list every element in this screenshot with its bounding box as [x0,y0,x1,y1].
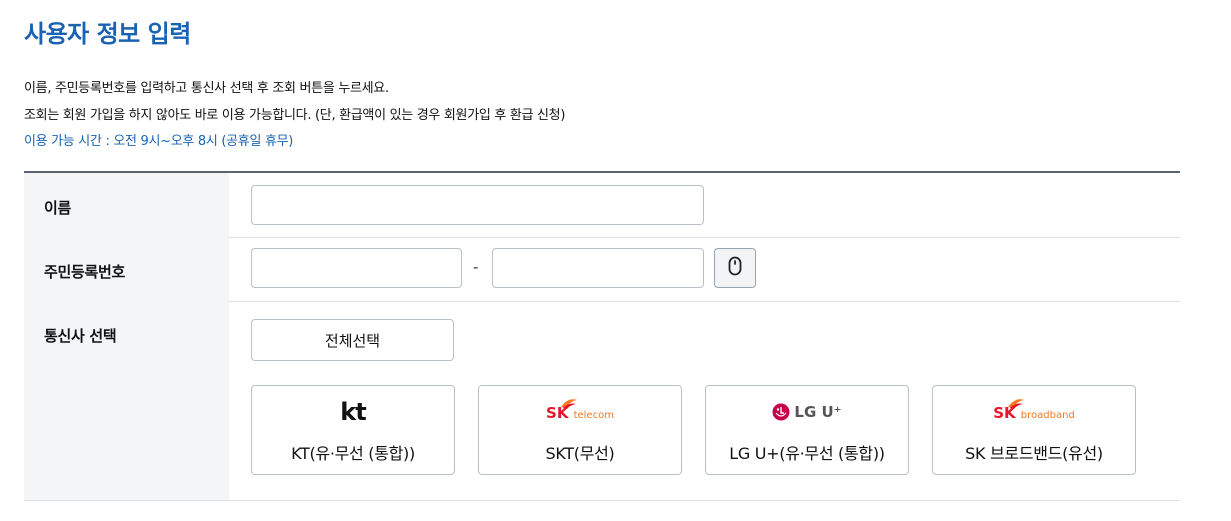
carrier-row: 통신사 선택 전체선택 kt KT(유·무선 (통합)) SK telecom [24,301,1180,501]
rrn-back-input[interactable] [492,248,704,288]
carrier-kt-label: KT(유·무선 (통합)) [291,444,415,463]
sk-telecom-logo: SK telecom [479,398,681,426]
instruction-line-1: 이름, 주민등록번호를 입력하고 통신사 선택 후 조회 버튼을 누르세요. [24,81,389,96]
service-hours: 이용 가능 시간 : 오전 9시~오후 8시 (공휴일 휴무) [24,134,294,149]
page-title: 사용자 정보 입력 [24,20,191,48]
rrn-row: 주민등록번호 - [24,237,1180,302]
kt-logo: kt [340,398,366,426]
secure-keypad-button[interactable] [714,248,756,288]
lg-face-icon [772,403,790,421]
user-info-form: 이름 주민등록번호 - 통신사 선택 전체선택 kt KT(유·무선 (통합)) [24,171,1180,501]
select-all-button[interactable]: 전체선택 [251,319,454,361]
carrier-skt-label: SKT(무선) [545,444,615,463]
rrn-label: 주민등록번호 [44,263,126,281]
name-label: 이름 [44,199,72,217]
carrier-label: 통신사 선택 [44,327,117,345]
sk-broadband-logo: SK broadband [933,398,1135,426]
carrier-skb-label: SK 브로드밴드(유선) [965,444,1103,463]
rrn-separator: - [473,258,479,276]
rrn-front-input[interactable] [251,248,462,288]
name-input[interactable] [251,185,704,225]
carrier-skb[interactable]: SK broadband SK 브로드밴드(유선) [932,385,1136,475]
mouse-icon [728,256,742,280]
instruction-line-2: 조회는 회원 가입을 하지 않아도 바로 이용 가능합니다. (단, 환급액이 … [24,108,566,123]
lg-uplus-logo: LG U⁺ [706,398,908,426]
carrier-kt[interactable]: kt KT(유·무선 (통합)) [251,385,455,475]
name-row: 이름 [24,173,1180,238]
carrier-lgu-label: LG U+(유·무선 (통합)) [729,444,885,463]
carrier-skt[interactable]: SK telecom SKT(무선) [478,385,682,475]
carrier-lgu[interactable]: LG U⁺ LG U+(유·무선 (통합)) [705,385,909,475]
